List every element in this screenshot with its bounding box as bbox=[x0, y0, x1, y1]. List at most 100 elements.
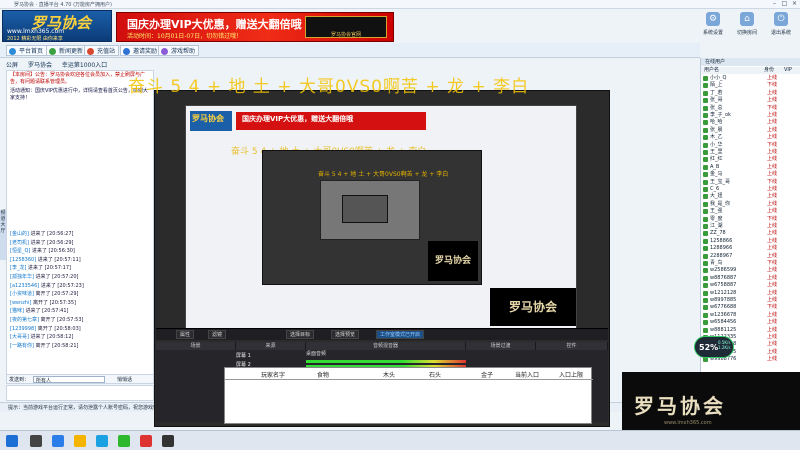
log-user[interactable]: [老司机] bbox=[10, 240, 29, 246]
nested-logo: 罗马协会 bbox=[190, 111, 232, 131]
log-user[interactable]: [孤独年华] bbox=[10, 274, 34, 280]
log-user[interactable]: [李_龙] bbox=[10, 265, 26, 271]
tab-room[interactable]: 罗马协会 bbox=[28, 62, 52, 69]
user-row[interactable]: w6776688 下线 bbox=[701, 304, 800, 311]
obs-filters[interactable]: 滤镜 bbox=[208, 330, 227, 339]
user-avatar-icon bbox=[703, 120, 708, 126]
user-row[interactable]: w2586599 上线 bbox=[701, 267, 800, 274]
user-row[interactable]: 小_华 下线 bbox=[701, 142, 800, 149]
user-row[interactable]: 1288966 上线 bbox=[701, 245, 800, 252]
log-action: 离开了 [20:58:21] bbox=[35, 342, 79, 349]
user-avatar-icon bbox=[703, 83, 708, 89]
log-user[interactable]: [wenzhi] bbox=[10, 300, 31, 306]
user-row[interactable]: A_B 上线 bbox=[701, 164, 800, 171]
log-user[interactable]: [恒星_Q] bbox=[10, 248, 30, 254]
obs-icon[interactable] bbox=[162, 435, 174, 447]
edge-icon[interactable] bbox=[96, 435, 108, 447]
close-button[interactable]: × bbox=[790, 1, 799, 7]
toolbar-news[interactable]: 新闻更新 bbox=[46, 45, 88, 56]
app-icon[interactable] bbox=[140, 435, 152, 447]
user-avatar-icon bbox=[703, 113, 708, 118]
user-row[interactable]: ZZ_78 上线 bbox=[701, 230, 800, 237]
nested-screen-4 bbox=[342, 195, 388, 223]
toolbar-recharge-label: 充值站 bbox=[97, 48, 116, 55]
settings-button[interactable]: ⚙ 系统设置 bbox=[700, 12, 726, 36]
minimize-button[interactable]: – bbox=[770, 1, 779, 7]
user-row[interactable]: 大_妞 上线 bbox=[701, 193, 800, 200]
user-row[interactable]: 我_是_你 上线 bbox=[701, 201, 800, 208]
user-name: 王_里 bbox=[710, 149, 723, 155]
promo-banner[interactable]: 国庆办理VIP大优惠，赠送大翻倍哦 活动时间：10月01日-07日，切勿错过哦！… bbox=[116, 12, 394, 42]
obs-select-preview[interactable]: 选择预览 bbox=[331, 330, 360, 339]
user-row[interactable]: 1258866 上线 bbox=[701, 238, 800, 245]
log-user[interactable]: [1258360] bbox=[10, 257, 36, 263]
user-row[interactable]: w8881125 上线 bbox=[701, 327, 800, 334]
switch-room-button[interactable]: ⌂ 切换房间 bbox=[734, 12, 760, 36]
user-row[interactable]: 金_马 上线 bbox=[701, 171, 800, 178]
user-row[interactable]: w6758887 上线 bbox=[701, 282, 800, 289]
user-row[interactable]: 2288967 上线 bbox=[701, 253, 800, 260]
user-status: 上线 bbox=[767, 149, 778, 155]
user-row[interactable]: 零_度 下线 bbox=[701, 216, 800, 223]
toolbar-help[interactable]: 游戏帮助 bbox=[158, 45, 200, 56]
user-avatar-icon bbox=[703, 261, 708, 266]
user-row[interactable]: 木_乙 上线 bbox=[701, 134, 800, 141]
log-user[interactable]: [大哥哥] bbox=[10, 334, 29, 340]
user-list-tab[interactable]: 在线用户 bbox=[701, 58, 800, 66]
user-row[interactable]: 张_晨 上线 bbox=[701, 127, 800, 134]
user-row[interactable]: 陌_上 下线 bbox=[701, 82, 800, 89]
user-row[interactable]: 张_总 下线 bbox=[701, 105, 800, 112]
obs-properties[interactable]: 属性 bbox=[176, 330, 195, 339]
log-user[interactable]: [金山的] bbox=[10, 231, 29, 237]
log-user[interactable]: [a1233546] bbox=[10, 283, 39, 289]
user-row[interactable]: 江_湖 上线 bbox=[701, 223, 800, 230]
user-row[interactable]: 张_哥 上线 bbox=[701, 97, 800, 104]
toolbar-invite[interactable]: 邀请奖励 bbox=[120, 45, 162, 56]
start-icon[interactable] bbox=[6, 435, 18, 447]
user-row[interactable]: 哈_哈 上线 bbox=[701, 119, 800, 126]
switch-room-label: 切换房间 bbox=[736, 30, 757, 36]
user-avatar-icon bbox=[703, 283, 708, 289]
user-avatar-icon bbox=[703, 135, 708, 141]
user-row[interactable]: w1212128 上线 bbox=[701, 290, 800, 297]
tab-entry[interactable]: 幸运第1000入口 bbox=[62, 62, 107, 69]
user-row[interactable]: w6584456 上线 bbox=[701, 319, 800, 326]
send-target-select[interactable]: 所有人 bbox=[33, 376, 105, 384]
obs-scene-item[interactable]: 屏幕 1 bbox=[236, 352, 306, 360]
folder-icon[interactable] bbox=[74, 435, 86, 447]
user-row[interactable]: w8997885 上线 bbox=[701, 297, 800, 304]
chat-app-icon[interactable] bbox=[118, 435, 130, 447]
message-composer[interactable] bbox=[6, 385, 154, 401]
exit-button[interactable]: ⏻ 退出系统 bbox=[768, 12, 794, 36]
log-user[interactable]: [猫咪] bbox=[10, 308, 24, 314]
user-row[interactable]: 红_红 上线 bbox=[701, 156, 800, 163]
log-user[interactable]: [夜的第七章] bbox=[10, 317, 39, 323]
task-view-icon[interactable] bbox=[52, 435, 64, 447]
maximize-button[interactable]: □ bbox=[780, 1, 789, 7]
tab-public[interactable]: 公屏 bbox=[6, 62, 18, 69]
toolbar-recharge[interactable]: 充值站 bbox=[84, 45, 120, 56]
obs-studio-mode[interactable]: 工作室模式已开启 bbox=[376, 330, 425, 339]
user-row[interactable]: 王_强 上线 bbox=[701, 208, 800, 215]
toolbar-home[interactable]: 平台首页 bbox=[6, 45, 48, 56]
private-checkbox-label[interactable]: 悄悄话 bbox=[117, 376, 132, 383]
channel-hall-tab[interactable]: 频道大厅 bbox=[0, 210, 6, 260]
user-row[interactable]: w1236678 上线 bbox=[701, 312, 800, 319]
user-avatar-icon bbox=[703, 216, 708, 222]
log-user[interactable]: [小资味道] bbox=[10, 291, 34, 297]
user-status: 上线 bbox=[767, 223, 778, 229]
user-name: 小小_Q bbox=[710, 75, 727, 81]
obs-select-target[interactable]: 选择目标 bbox=[286, 330, 315, 339]
user-row[interactable]: 王_宝_哥 下线 bbox=[701, 179, 800, 186]
mixer-channel-label: 桌面音频 bbox=[306, 351, 327, 357]
header-vip: VIP bbox=[784, 67, 792, 73]
user-row[interactable]: w8876887 上线 bbox=[701, 275, 800, 282]
user-row[interactable]: 青_鸟 下线 bbox=[701, 260, 800, 267]
user-row[interactable]: 丁_若 上线 bbox=[701, 90, 800, 97]
search-icon[interactable] bbox=[30, 435, 42, 447]
window-title: 罗马协会 · 直播平台 4.70 (万能房产拥用户) bbox=[14, 2, 112, 8]
gear-icon: ⚙ bbox=[706, 12, 720, 26]
user-name: 哈_哈 bbox=[710, 119, 723, 126]
log-user[interactable]: [一路有你] bbox=[10, 343, 34, 349]
log-user[interactable]: [1239998] bbox=[10, 326, 36, 332]
